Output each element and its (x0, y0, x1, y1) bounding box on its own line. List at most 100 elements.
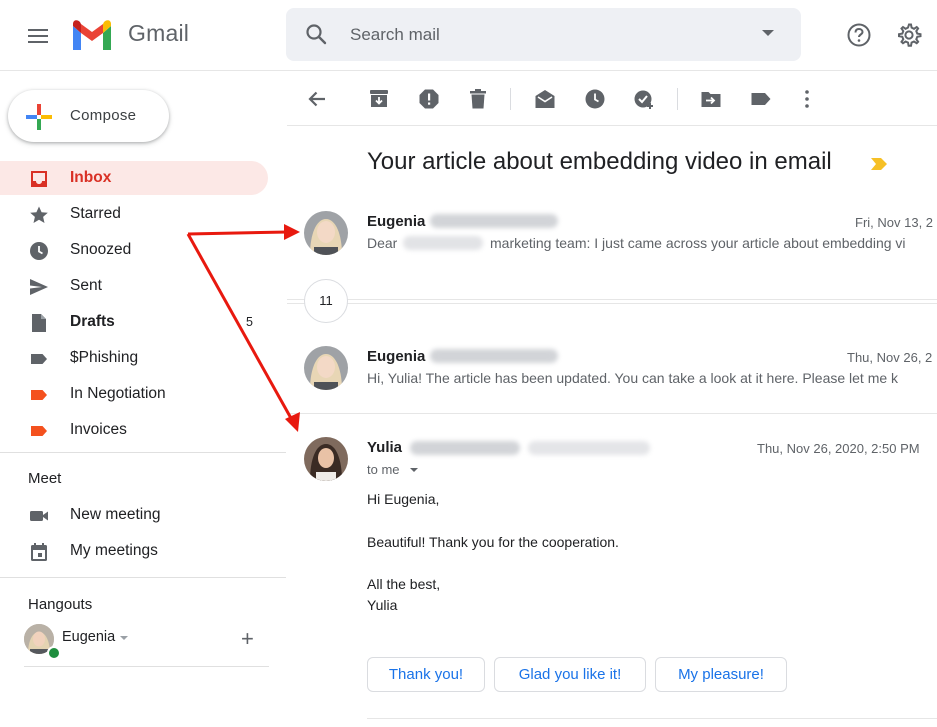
meet-section-title: Meet (28, 470, 62, 487)
message-body-closing: All the best, (367, 576, 441, 592)
sidebar-divider (0, 577, 286, 578)
search-options-dropdown-icon[interactable] (762, 30, 774, 36)
sender-avatar[interactable] (304, 211, 348, 255)
label-icon (29, 385, 49, 405)
redacted-email-address (430, 214, 558, 228)
toolbar-separator (510, 88, 511, 110)
sidebar-item-label: Sent (70, 277, 102, 294)
annotation-arrowhead (285, 412, 300, 432)
more-options-icon[interactable] (796, 88, 818, 110)
collapsed-messages-count[interactable]: 11 (304, 279, 348, 323)
toolbar-divider (287, 125, 937, 126)
sidebar-item-snoozed[interactable]: Snoozed (0, 233, 268, 267)
plus-icon (26, 104, 52, 130)
annotation-arrowhead (284, 224, 300, 240)
hangouts-user-name[interactable]: Eugenia (62, 629, 115, 645)
label-tag-icon[interactable] (750, 88, 772, 110)
smart-reply-chip[interactable]: Glad you like it! (494, 657, 646, 692)
message-body-greeting: Hi Eugenia, (367, 491, 440, 507)
message-body-signature: Yulia (367, 597, 398, 613)
message-date: Thu, Nov 26, 2 (847, 350, 933, 365)
inbox-icon (29, 169, 49, 189)
label-icon (29, 421, 49, 441)
sidebar-item-label: In Negotiation (70, 385, 166, 402)
hangouts-user-dropdown-icon[interactable] (120, 636, 128, 640)
clock-icon (29, 241, 49, 261)
sender-avatar[interactable] (304, 437, 348, 481)
back-arrow-icon[interactable] (306, 88, 328, 110)
message-date: Fri, Nov 13, 2 (855, 215, 934, 230)
report-spam-icon[interactable] (418, 88, 440, 110)
sidebar-divider (0, 452, 286, 453)
compose-label: Compose (70, 107, 137, 124)
sidebar-item-label: Inbox (70, 169, 112, 186)
sidebar-item-sent[interactable]: Sent (0, 269, 268, 303)
redacted-email-address (430, 349, 558, 363)
sender-avatar[interactable] (304, 346, 348, 390)
sidebar-item-label: $Phishing (70, 349, 139, 366)
search-icon[interactable] (304, 22, 328, 46)
sidebar-item-label: Invoices (70, 421, 127, 438)
compose-button[interactable]: Compose (8, 90, 169, 142)
delete-trash-icon[interactable] (467, 88, 489, 110)
show-details-dropdown-icon[interactable] (410, 468, 418, 472)
meet-item-new-meeting[interactable]: New meeting (0, 498, 268, 532)
meet-item-label: New meeting (70, 506, 161, 523)
redacted-company-name (403, 236, 483, 250)
recipient-details[interactable]: to me (367, 462, 400, 477)
gmail-wordmark[interactable]: Gmail (128, 20, 189, 47)
hamburger-line (28, 35, 48, 37)
message-snippet: Hi, Yulia! The article has been updated.… (367, 370, 899, 386)
new-conversation-plus-icon[interactable]: + (241, 628, 254, 650)
hamburger-line (28, 29, 48, 31)
sidebar-item-starred[interactable]: Starred (0, 197, 268, 231)
message-sender[interactable]: Eugenia (367, 348, 425, 365)
star-icon (29, 205, 49, 225)
sidebar-item-label: Snoozed (70, 241, 132, 258)
important-marker-icon[interactable] (870, 157, 888, 171)
message-divider (287, 413, 937, 414)
smart-reply-chip[interactable]: My pleasure! (655, 657, 787, 692)
message-sender[interactable]: Yulia (367, 439, 402, 456)
archive-icon[interactable] (368, 88, 390, 110)
meet-item-label: My meetings (70, 542, 158, 559)
app-header: Gmail Search mail (0, 0, 937, 71)
mark-as-unread-icon[interactable] (534, 88, 556, 110)
meet-item-my-meetings[interactable]: My meetings (0, 534, 268, 568)
sidebar-item-label: Drafts (70, 313, 115, 330)
draft-icon (29, 313, 49, 333)
sidebar-item-phishing[interactable]: $Phishing (0, 341, 268, 375)
message-snippet-prefix: Dear (367, 235, 398, 251)
add-to-tasks-icon[interactable] (633, 88, 655, 110)
main-menu-button[interactable] (22, 20, 54, 52)
move-to-folder-icon[interactable] (700, 88, 722, 110)
toolbar-separator (677, 88, 678, 110)
help-icon[interactable] (846, 22, 872, 48)
snooze-clock-icon[interactable] (584, 88, 606, 110)
message-snippet: marketing team: I just came across your … (490, 235, 906, 251)
sidebar-item-inbox[interactable]: Inbox (0, 161, 268, 195)
gmail-logo-icon[interactable] (71, 20, 113, 52)
sidebar-item-label: Starred (70, 205, 121, 222)
drafts-count: 5 (246, 315, 253, 329)
hamburger-line (28, 41, 48, 43)
search-input[interactable]: Search mail (350, 25, 440, 45)
label-icon (29, 349, 49, 369)
sidebar-item-in-negotiation[interactable]: In Negotiation (0, 377, 268, 411)
calendar-icon (29, 542, 49, 562)
sidebar-item-invoices[interactable]: Invoices (0, 413, 268, 447)
message-date: Thu, Nov 26, 2020, 2:50 PM (757, 441, 920, 456)
settings-gear-icon[interactable] (896, 22, 922, 48)
send-icon (29, 277, 49, 297)
hangouts-divider (24, 666, 269, 667)
sidebar-item-drafts[interactable]: Drafts 5 (0, 305, 268, 339)
message-sender[interactable]: Eugenia (367, 213, 425, 230)
message-body-text: Beautiful! Thank you for the cooperation… (367, 534, 619, 550)
redacted-sender-lastname (410, 441, 520, 455)
hangouts-section-title: Hangouts (28, 596, 93, 613)
smart-reply-chip[interactable]: Thank you! (367, 657, 485, 692)
thread-subject: Your article about embedding video in em… (367, 148, 832, 175)
search-bar[interactable]: Search mail (286, 8, 801, 61)
redacted-email-address (528, 441, 650, 455)
collapsed-messages-line (287, 303, 937, 304)
